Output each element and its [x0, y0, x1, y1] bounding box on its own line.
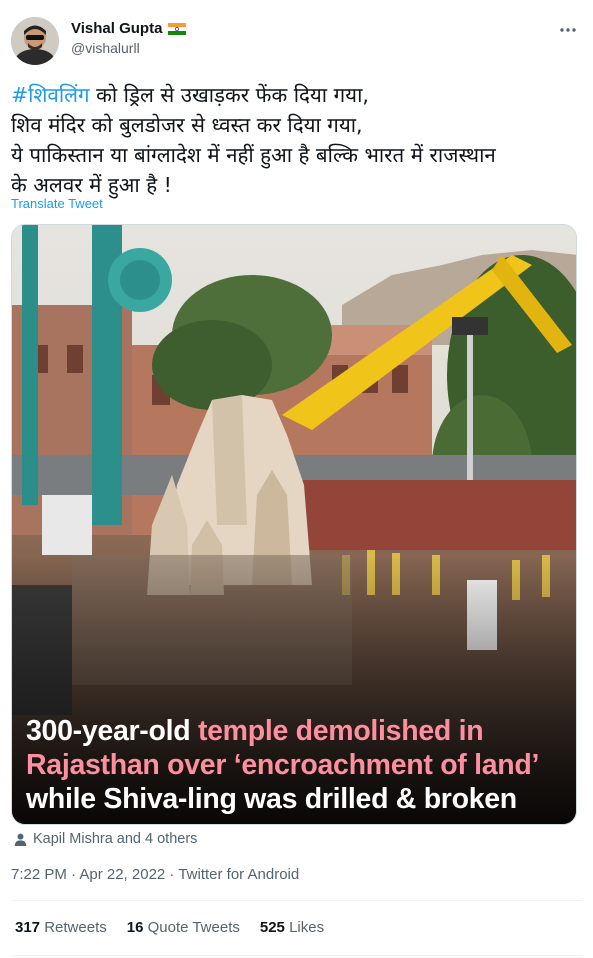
tagged-users-text: Kapil Mishra and 4 others	[33, 831, 198, 847]
display-name[interactable]: Vishal Gupta	[71, 20, 162, 37]
hashtag-link[interactable]: #शिवलिंग	[11, 83, 90, 107]
tweet-text: #शिवलिंग को ड्रिल से उखाड़कर फेंक दिया ग…	[11, 80, 586, 200]
retweets-count: 317	[15, 919, 41, 936]
tweet-stats: 317 Retweets 16 Quote Tweets 525 Likes	[15, 919, 324, 936]
quote-tweets-count: 16	[126, 919, 144, 936]
divider	[11, 955, 582, 956]
retweets-stat[interactable]: 317 Retweets	[15, 919, 107, 936]
caption-line-1: 300-year-old temple demolished in	[26, 714, 566, 748]
india-flag-icon	[168, 22, 187, 35]
media-caption: 300-year-old temple demolished in Rajast…	[26, 714, 566, 816]
likes-label: Likes	[289, 919, 325, 936]
avatar[interactable]	[11, 17, 59, 65]
tweet-line-1: #शिवलिंग को ड्रिल से उखाड़कर फेंक दिया ग…	[11, 80, 586, 110]
retweets-label: Retweets	[44, 919, 107, 936]
likes-count: 525	[259, 919, 285, 936]
tagged-users[interactable]: Kapil Mishra and 4 others	[14, 831, 197, 847]
name-row: Vishal Gupta	[71, 20, 187, 37]
user-handle[interactable]: @vishalurll	[71, 40, 140, 56]
divider	[11, 900, 582, 901]
more-options-icon[interactable]	[558, 20, 578, 40]
caption-l1-pink: temple demolished in	[197, 715, 484, 747]
translate-tweet-link[interactable]: Translate Tweet	[11, 196, 103, 211]
caption-line-3: while Shiva-ling was drilled & broken	[26, 783, 517, 815]
person-icon	[14, 833, 27, 846]
tweet-line-3: ये पाकिस्तान या बांग्लादेश में नहीं हुआ …	[11, 143, 496, 167]
tweet-line-2: शिव मंदिर को बुलडोजर से ध्वस्त कर दिया ग…	[11, 113, 363, 137]
likes-stat[interactable]: 525 Likes	[260, 919, 324, 936]
caption-l1-white: 300-year-old	[26, 715, 198, 747]
tweet-line-1-rest: को ड्रिल से उखाड़कर फेंक दिया गया,	[89, 83, 369, 107]
caption-line-2: Rajasthan over ‘encroachment of land’	[26, 749, 540, 781]
tweet-media-image[interactable]: 300-year-old temple demolished in Rajast…	[11, 224, 577, 825]
quote-tweets-stat[interactable]: 16 Quote Tweets	[127, 919, 240, 936]
tweet-timestamp[interactable]: 7:22 PM · Apr 22, 2022 · Twitter for And…	[11, 866, 299, 883]
tweet-header: Vishal Gupta @vishalurll	[11, 14, 582, 65]
quote-tweets-label: Quote Tweets	[147, 919, 240, 936]
